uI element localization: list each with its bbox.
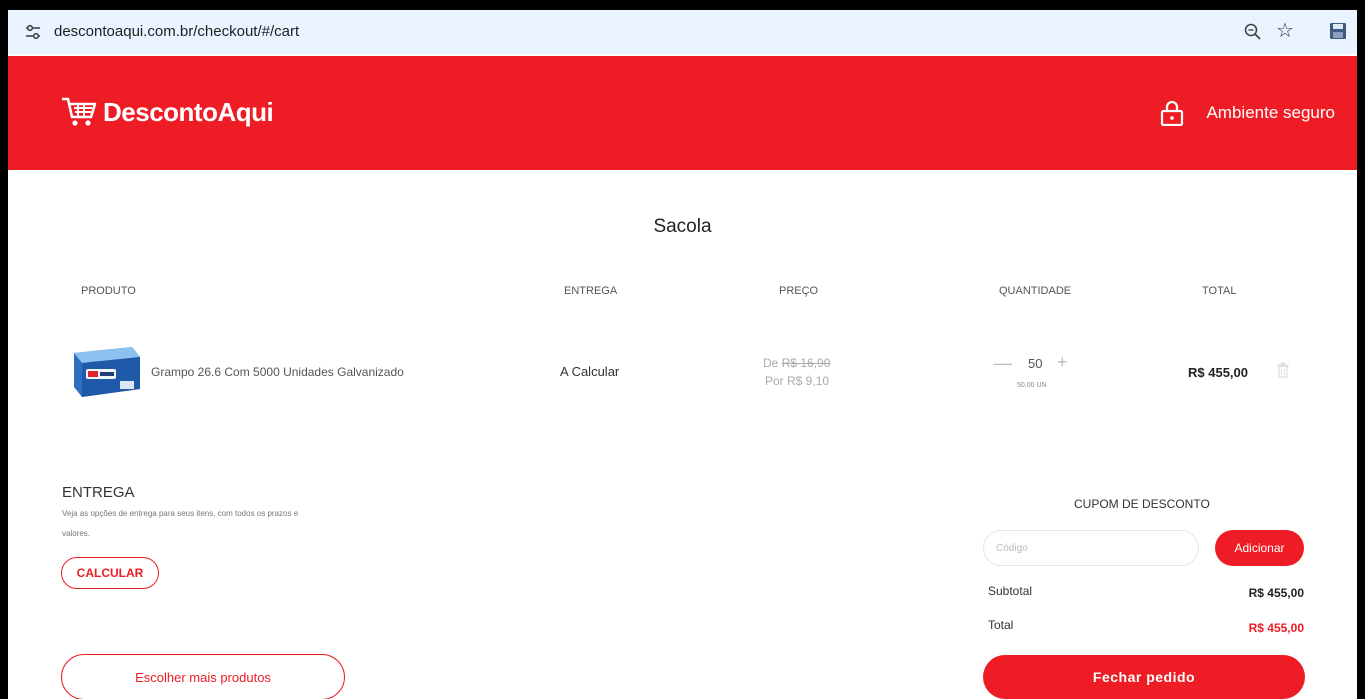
total-label: Total (988, 618, 1014, 632)
secure-badge: Ambiente seguro (1160, 100, 1335, 126)
choose-more-products-button[interactable]: Escolher mais produtos (61, 654, 345, 699)
column-header-total: TOTAL (1202, 285, 1237, 297)
column-header-product: PRODUTO (81, 285, 136, 297)
logo[interactable]: DescontoAqui (61, 92, 274, 132)
price-discounted: Por R$ 9,10 (765, 374, 830, 388)
quantity-value[interactable]: 50 (1028, 356, 1042, 371)
browser-window: descontoaqui.com.br/checkout/#/cart ☆ De… (8, 10, 1357, 699)
column-header-delivery: ENTREGA (564, 285, 618, 297)
address-bar[interactable]: descontoaqui.com.br/checkout/#/cart ☆ (8, 10, 1357, 54)
quantity-increase-button[interactable]: + (1057, 352, 1068, 373)
trash-icon[interactable] (1276, 362, 1290, 378)
save-icon[interactable] (1329, 22, 1347, 40)
subtotal-value: R$ 455,00 (1248, 586, 1304, 600)
place-order-button[interactable]: Fechar pedido (983, 655, 1305, 699)
product-name[interactable]: Grampo 26.6 Com 5000 Unidades Galvanizad… (151, 365, 404, 379)
total-value: R$ 455,00 (1248, 621, 1304, 635)
tune-icon[interactable] (24, 23, 42, 41)
shipping-description: Veja as opções de entrega para seus iten… (62, 509, 299, 538)
item-total: R$ 455,00 (1188, 365, 1248, 380)
price-original: De R$ 16,90 (763, 356, 830, 370)
secure-label: Ambiente seguro (1206, 103, 1335, 122)
zoom-icon[interactable] (1243, 22, 1263, 42)
quantity-decrease-button[interactable]: — (994, 353, 1012, 374)
lock-icon (1161, 100, 1184, 126)
shipping-title: ENTREGA (62, 484, 135, 501)
subtotal-label: Subtotal (988, 584, 1033, 598)
url-text[interactable]: descontoaqui.com.br/checkout/#/cart (54, 23, 299, 40)
coupon-title: CUPOM DE DESCONTO (1074, 497, 1210, 511)
column-header-quantity: QUANTIDADE (999, 285, 1072, 297)
shopping-cart-icon (62, 97, 97, 126)
add-coupon-button[interactable]: Adicionar (1215, 530, 1304, 566)
page-title: Sacola (653, 216, 712, 237)
coupon-code-input[interactable] (983, 530, 1199, 566)
quantity-unit: 50.00 UN (1017, 382, 1047, 389)
column-header-price: PREÇO (779, 285, 819, 297)
delivery-value: A Calcular (560, 364, 620, 379)
site-header: DescontoAqui Ambiente seguro (8, 56, 1357, 170)
price-original-value: R$ 16,90 (781, 356, 831, 370)
price-original-prefix: De (763, 356, 782, 370)
calculate-shipping-button[interactable]: CALCULAR (61, 557, 159, 589)
product-image[interactable] (70, 343, 142, 399)
star-icon[interactable]: ☆ (1276, 20, 1294, 42)
brand-name: DescontoAqui (103, 96, 274, 127)
